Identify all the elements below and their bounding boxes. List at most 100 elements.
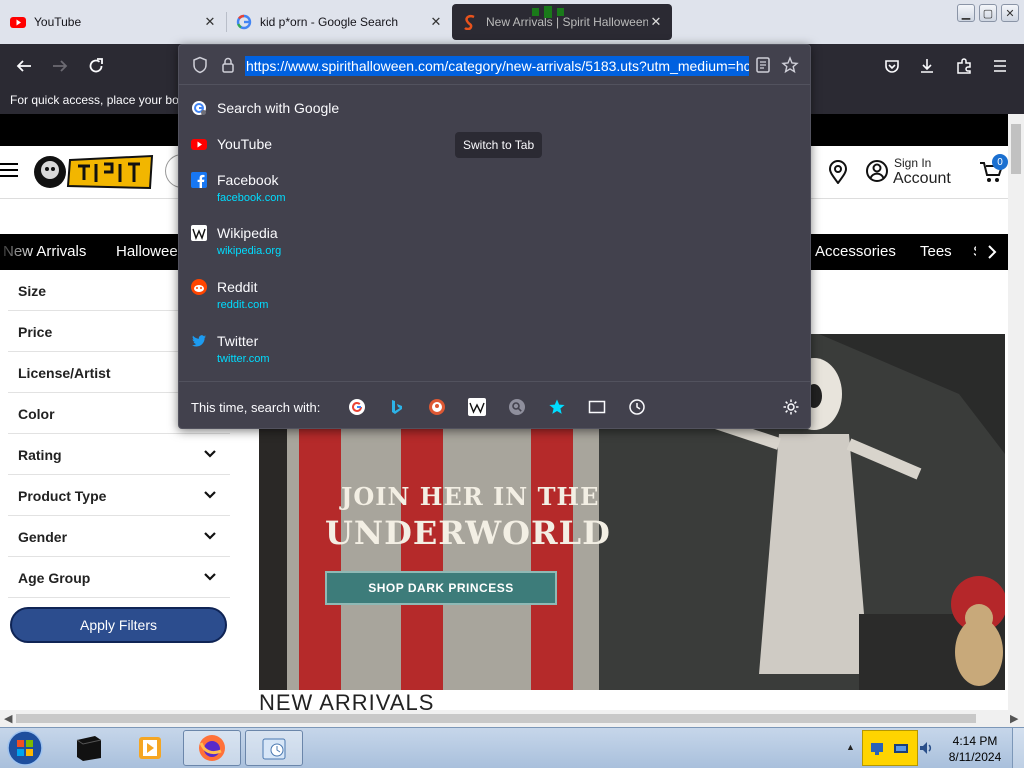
- bookmark-star-icon[interactable]: [781, 56, 799, 74]
- nav-fade: [0, 234, 36, 270]
- chevron-down-icon: [204, 491, 216, 499]
- apply-filters-button[interactable]: Apply Filters: [10, 607, 227, 643]
- notification-tray: [862, 730, 918, 766]
- search-with-label: This time, search with:: [191, 400, 321, 415]
- site-menu-icon[interactable]: [0, 163, 18, 177]
- search-bookmarks[interactable]: [548, 398, 566, 416]
- start-button[interactable]: [4, 729, 46, 767]
- filter-age-group[interactable]: Age Group: [8, 557, 230, 598]
- filter-label: License/Artist: [18, 365, 111, 381]
- show-hidden-icons-button[interactable]: ▲: [846, 742, 855, 752]
- media-player-icon: [139, 737, 161, 759]
- nav-item-halloween[interactable]: Hallowee: [116, 243, 178, 260]
- display-icon[interactable]: [893, 741, 909, 757]
- download-icon: [921, 59, 933, 73]
- minimize-button[interactable]: ▁: [957, 4, 975, 22]
- close-tab-icon[interactable]: ✕: [428, 14, 444, 30]
- nav-scroll-right-button[interactable]: [976, 234, 1008, 270]
- back-button[interactable]: [10, 52, 38, 80]
- vertical-scrollbar[interactable]: [1008, 114, 1024, 710]
- filter-label: Rating: [18, 447, 62, 463]
- search-settings-button[interactable]: [782, 398, 800, 416]
- clock-date[interactable]: 8/11/2024: [944, 750, 1006, 764]
- close-window-button[interactable]: ✕: [1001, 4, 1019, 22]
- suggestion-wikipedia[interactable]: Wikipedia wikipedia.org: [179, 217, 810, 267]
- youtube-icon: [191, 139, 207, 150]
- firefox-icon: [199, 735, 225, 761]
- close-tab-icon[interactable]: ✕: [648, 14, 664, 30]
- tabs-icon: [588, 400, 606, 414]
- account-link[interactable]: Account: [893, 170, 951, 188]
- switch-to-tab-button[interactable]: Switch to Tab: [455, 132, 543, 158]
- tab-title: YouTube: [34, 15, 82, 29]
- close-tab-icon[interactable]: ✕: [202, 14, 218, 30]
- maximize-button[interactable]: ▢: [979, 4, 997, 22]
- scroll-right-icon[interactable]: ▶: [1010, 712, 1018, 725]
- facebook-icon: [191, 172, 207, 188]
- forward-button[interactable]: [46, 52, 74, 80]
- taskbar-app-terminal[interactable]: [60, 730, 118, 766]
- search-engine-other[interactable]: [508, 398, 526, 416]
- scrollbar-thumb[interactable]: [1011, 124, 1021, 174]
- search-engine-duckduckgo[interactable]: [428, 398, 446, 416]
- reader-view-icon[interactable]: [754, 56, 772, 74]
- terminal-icon: [76, 736, 102, 761]
- tracking-shield-icon[interactable]: [191, 56, 209, 74]
- spirit-logo[interactable]: [32, 152, 156, 192]
- scroll-left-icon[interactable]: ◀: [4, 712, 12, 725]
- pocket-button[interactable]: [878, 52, 906, 80]
- downloads-button[interactable]: [913, 52, 941, 80]
- tab-google-search[interactable]: kid p*orn - Google Search ✕: [226, 0, 452, 44]
- store-locator-icon[interactable]: [828, 160, 848, 184]
- suggestion-title: Wikipedia: [217, 225, 278, 241]
- search-history[interactable]: [628, 398, 646, 416]
- tab-youtube[interactable]: YouTube ✕: [0, 0, 226, 44]
- cart-count-badge: 0: [992, 154, 1008, 170]
- search-engine-google[interactable]: [348, 398, 366, 416]
- clock-time[interactable]: 4:14 PM: [950, 734, 1000, 748]
- taskbar-app-firefox[interactable]: [183, 730, 241, 766]
- filter-gender[interactable]: Gender: [8, 516, 230, 557]
- taskbar-app-explorer[interactable]: [245, 730, 303, 766]
- filter-label: Price: [18, 324, 53, 340]
- menu-button[interactable]: [986, 52, 1014, 80]
- wikipedia-icon: [468, 398, 486, 416]
- suggestion-facebook[interactable]: Facebook facebook.com: [179, 164, 810, 214]
- lock-icon[interactable]: [219, 56, 237, 74]
- nav-item-tees[interactable]: Tees: [920, 243, 952, 260]
- network-icon[interactable]: [869, 741, 885, 757]
- history-icon: [629, 399, 645, 415]
- filter-rating[interactable]: Rating: [8, 434, 230, 475]
- gear-icon: [783, 399, 799, 415]
- tab-strip: YouTube ✕ kid p*orn - Google Search ✕ Ne…: [0, 0, 1024, 44]
- extensions-button[interactable]: [950, 52, 978, 80]
- banner-headline-line1: JOIN HER IN THE: [341, 482, 600, 511]
- account-icon[interactable]: [866, 160, 888, 182]
- url-input[interactable]: https://www.spirithalloween.com/category…: [245, 56, 749, 76]
- filter-label: Size: [18, 283, 47, 299]
- search-engine-wikipedia[interactable]: [468, 398, 486, 416]
- search-tabs[interactable]: [588, 398, 606, 416]
- youtube-icon: [10, 17, 26, 28]
- reload-button[interactable]: [82, 52, 110, 80]
- shop-dark-princess-button[interactable]: SHOP DARK PRINCESS: [325, 571, 557, 605]
- reload-icon: [89, 58, 103, 73]
- nav-item-accessories[interactable]: Accessories: [815, 243, 896, 260]
- bing-icon: [392, 400, 402, 414]
- suggestion-reddit[interactable]: Reddit reddit.com: [179, 271, 810, 321]
- suggestion-title: Reddit: [217, 279, 258, 295]
- show-desktop-button[interactable]: [1012, 728, 1024, 768]
- filter-product-type[interactable]: Product Type: [8, 475, 230, 516]
- search-engine-bing[interactable]: [388, 398, 406, 416]
- horizontal-scrollbar[interactable]: ◀ ▶: [0, 710, 1024, 727]
- suggestion-url: wikipedia.org: [217, 245, 282, 257]
- wikipedia-icon: [191, 225, 207, 241]
- taskbar-app-media-player[interactable]: [121, 730, 179, 766]
- scrollbar-thumb[interactable]: [16, 714, 976, 723]
- puzzle-icon: [957, 58, 971, 74]
- sign-in-link[interactable]: Sign In: [894, 156, 931, 170]
- address-bar[interactable]: https://www.spirithalloween.com/category…: [179, 45, 810, 85]
- windows-taskbar: ▲ 4:14 PM 8/11/2024: [0, 727, 1024, 768]
- volume-icon[interactable]: [918, 740, 934, 756]
- suggestion-twitter[interactable]: Twitter twitter.com: [179, 325, 810, 375]
